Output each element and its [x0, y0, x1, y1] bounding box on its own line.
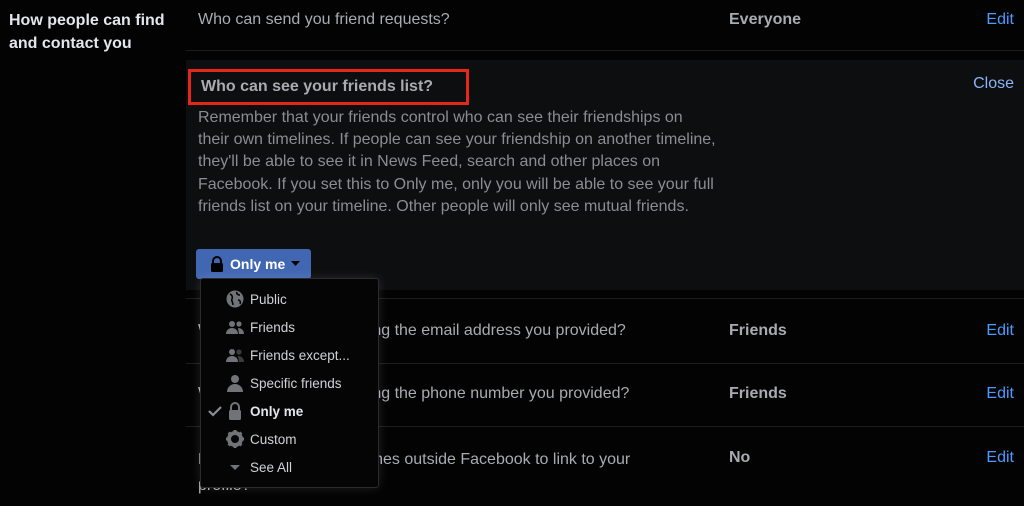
menu-item-label: Friends	[250, 319, 296, 335]
lock-icon	[211, 256, 223, 272]
panel-title: Who can see your friends list?	[188, 69, 469, 105]
setting-value: No	[729, 449, 751, 466]
menu-item-label: Specific friends	[250, 375, 342, 391]
menu-item-custom[interactable]: Custom	[201, 425, 378, 453]
setting-value: Friends	[729, 385, 787, 402]
friends-except-icon	[226, 349, 244, 362]
privacy-dropdown-menu: Public Friends Friends except... Specifi…	[200, 278, 379, 488]
globe-icon	[226, 290, 244, 308]
privacy-selector-button[interactable]: Only me	[196, 249, 311, 279]
menu-item-friends-except[interactable]: Friends except...	[201, 341, 378, 369]
person-icon	[227, 375, 243, 392]
caret-down-icon	[291, 261, 301, 266]
lock-icon	[229, 402, 241, 420]
setting-question: Who can send you friend requests?	[198, 11, 450, 28]
menu-item-only-me[interactable]: Only me	[201, 397, 378, 425]
privacy-selector-label: Only me	[230, 256, 286, 272]
setting-value: Friends	[729, 322, 787, 339]
edit-button[interactable]: Edit	[986, 449, 1014, 467]
edit-button[interactable]: Edit	[986, 11, 1014, 29]
menu-item-friends[interactable]: Friends	[201, 313, 378, 341]
panel-description: Remember that your friends control who c…	[198, 109, 716, 215]
friends-list-panel: Who can see your friends list? Close Rem…	[186, 60, 1024, 290]
menu-item-public[interactable]: Public	[201, 285, 378, 313]
section-title: How people can find and contact you	[9, 12, 165, 52]
menu-item-see-all[interactable]: See All	[201, 453, 378, 481]
edit-button[interactable]: Edit	[986, 385, 1014, 403]
menu-item-label: Friends except...	[250, 347, 350, 363]
menu-item-label: Only me	[250, 403, 304, 419]
caret-down-icon	[230, 465, 240, 470]
close-button[interactable]: Close	[973, 75, 1014, 93]
menu-item-label: Custom	[250, 431, 297, 447]
friends-icon	[226, 321, 244, 334]
menu-item-specific-friends[interactable]: Specific friends	[201, 369, 378, 397]
setting-value: Everyone	[729, 11, 802, 28]
gear-icon	[226, 430, 244, 448]
checkmark-icon	[208, 406, 222, 417]
menu-item-label: Public	[250, 291, 287, 307]
menu-item-label: See All	[250, 459, 293, 475]
edit-button[interactable]: Edit	[986, 322, 1014, 340]
setting-row-friend-requests: Who can send you friend requests? Everyo…	[186, 0, 1024, 51]
